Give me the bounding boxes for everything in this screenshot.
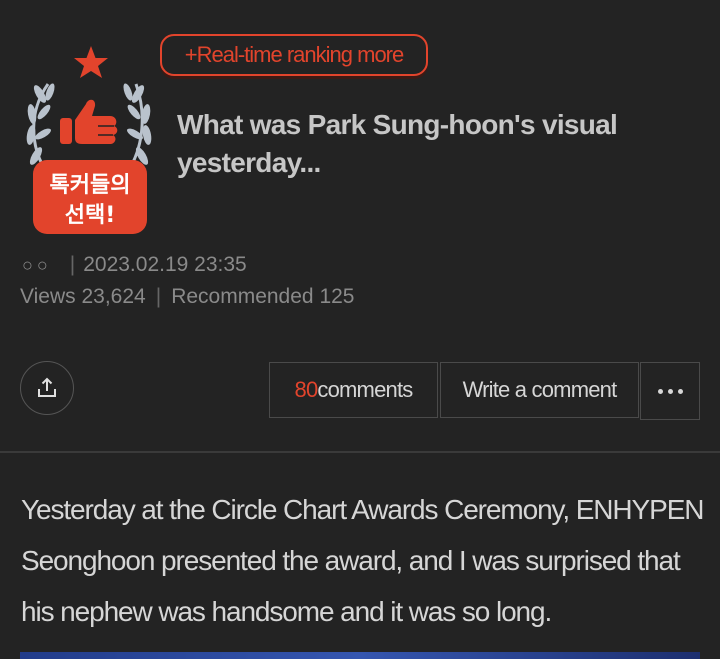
- post-body: Yesterday at the Circle Chart Awards Cer…: [21, 494, 705, 627]
- meta-separator: |: [155, 285, 162, 308]
- recommended-count: 125: [319, 285, 355, 308]
- comments-button[interactable]: 80 comments: [269, 362, 438, 418]
- post-meta-author-date: ○○ | 2023.02.19 23:35: [22, 253, 247, 277]
- author-name[interactable]: ○○: [22, 255, 52, 276]
- more-icon: [657, 388, 683, 394]
- badge-text-line2: 선택!: [65, 203, 116, 228]
- post-image: [20, 652, 700, 659]
- realtime-ranking-button[interactable]: +Real-time ranking more: [160, 34, 428, 76]
- post-date: 2023.02.19 23:35: [83, 253, 247, 276]
- views-count: 23,624: [81, 285, 146, 308]
- more-options-button[interactable]: [640, 362, 700, 420]
- trophy-badge-icon: 톡커들의 선택!: [26, 46, 152, 234]
- section-divider: [0, 451, 720, 453]
- comment-count: 80: [294, 377, 319, 402]
- post-title: What was Park Sung-hoon's visual yesterd…: [177, 109, 618, 178]
- comments-label: comments: [317, 377, 413, 402]
- share-button[interactable]: [20, 361, 74, 415]
- recommended-label: Recommended: [171, 285, 314, 308]
- badge-text-line1: 톡커들의: [50, 173, 131, 198]
- post-meta-stats: Views 23,624 | Recommended 125: [20, 285, 354, 309]
- meta-separator: |: [69, 253, 76, 276]
- views-label: Views: [20, 285, 76, 308]
- share-icon: [38, 377, 56, 397]
- talkers-choice-badge: 톡커들의 선택!: [20, 42, 162, 238]
- write-comment-button[interactable]: Write a comment: [440, 362, 639, 418]
